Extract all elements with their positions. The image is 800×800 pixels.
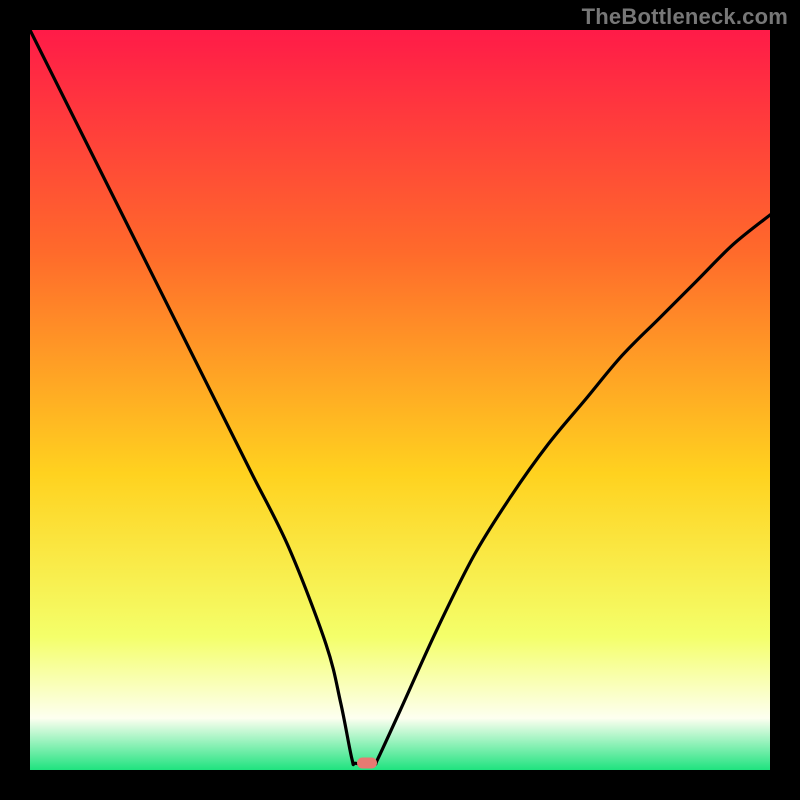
gradient-background	[30, 30, 770, 770]
chart-svg	[30, 30, 770, 770]
plot-area	[30, 30, 770, 770]
watermark-text: TheBottleneck.com	[582, 4, 788, 30]
minimum-marker	[357, 758, 377, 769]
chart-frame: TheBottleneck.com	[0, 0, 800, 800]
